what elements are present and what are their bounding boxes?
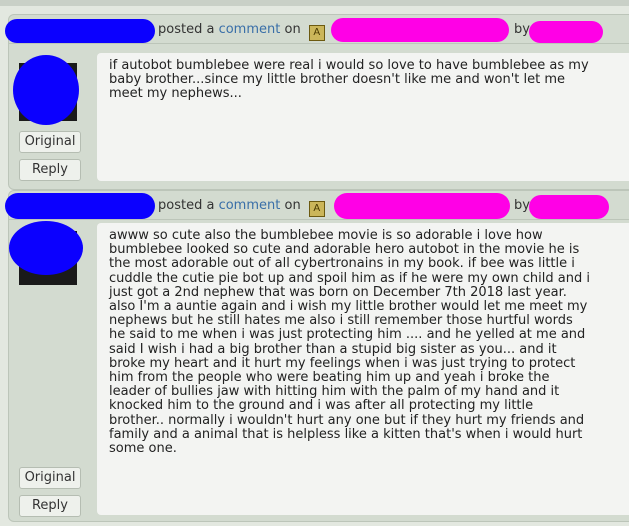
by-label: by: [514, 22, 530, 37]
redacted-deviation-title: [331, 18, 509, 42]
comment-text: if autobot bumblebee were real i would s…: [109, 58, 589, 102]
posted-prefix: posted a: [158, 198, 215, 213]
comment-text: awww so cute also the bumblebee movie is…: [109, 228, 590, 457]
redacted-deviation-title: [334, 193, 510, 219]
comment-link[interactable]: comment: [219, 198, 281, 213]
redacted-artist: [529, 21, 603, 43]
redacted-avatar: [13, 55, 79, 125]
posted-line: posted a comment on A: [158, 198, 325, 217]
top-strip: [0, 0, 629, 6]
comment-card: posted a comment on A by Original Reply …: [5, 14, 629, 190]
deviation-thumbnail-icon[interactable]: A: [308, 201, 325, 217]
reply-button[interactable]: Reply: [19, 159, 81, 181]
posted-on-label: on: [284, 22, 301, 37]
reply-button[interactable]: Reply: [19, 495, 81, 517]
comment-body: awww so cute also the bumblebee movie is…: [97, 223, 629, 515]
redacted-username: [5, 19, 155, 43]
comment-link[interactable]: comment: [219, 22, 281, 37]
posted-line: posted a comment on A: [158, 22, 325, 41]
comment-card: posted a comment on A by Original Reply …: [5, 190, 629, 522]
redacted-username: [5, 193, 155, 219]
posted-prefix: posted a: [158, 22, 215, 37]
redacted-artist: [529, 195, 609, 219]
original-button[interactable]: Original: [19, 467, 81, 489]
comment-header: posted a comment on A by: [5, 15, 629, 44]
comment-header: posted a comment on A by: [5, 191, 629, 220]
deviation-thumbnail-icon[interactable]: A: [308, 25, 325, 41]
by-label: by: [514, 198, 530, 213]
comment-body: if autobot bumblebee were real i would s…: [97, 53, 629, 181]
redacted-avatar: [9, 221, 83, 275]
posted-on-label: on: [284, 198, 301, 213]
original-button[interactable]: Original: [19, 131, 81, 153]
